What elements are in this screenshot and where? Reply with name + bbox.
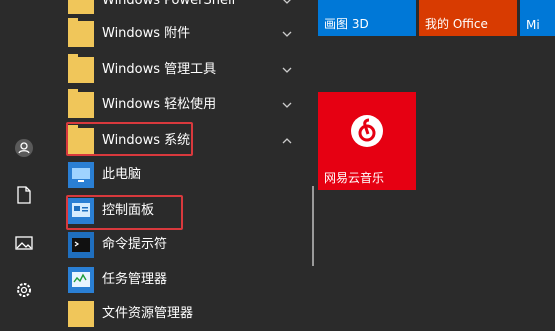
- app-command-prompt[interactable]: 命令提示符: [48, 228, 300, 262]
- folder-icon: [68, 0, 94, 14]
- item-label: Windows 管理工具: [102, 62, 217, 77]
- tile-label: Mi: [526, 18, 540, 32]
- folder-icon: [68, 89, 94, 118]
- item-label: Windows 轻松使用: [102, 97, 217, 112]
- folder-windows-admin-tools[interactable]: Windows 管理工具: [48, 53, 300, 87]
- netease-music-icon: [351, 115, 383, 147]
- tile-label: 网易云音乐: [324, 171, 385, 185]
- item-label: 任务管理器: [102, 272, 168, 287]
- tile-my-office[interactable]: 我的 Office: [419, 0, 517, 36]
- tile-netease-music[interactable]: 网易云音乐: [318, 92, 416, 190]
- item-label: 文件资源管理器: [102, 306, 194, 321]
- folder-windows-powershell[interactable]: Windows PowerShell: [48, 0, 300, 18]
- tile-label: 画图 3D: [324, 17, 369, 31]
- item-label: 命令提示符: [102, 237, 168, 252]
- scrollbar[interactable]: [312, 186, 314, 266]
- folder-icon: [68, 18, 94, 47]
- app-this-pc[interactable]: 此电脑: [48, 158, 300, 192]
- document-icon[interactable]: [12, 183, 36, 207]
- tile-partial[interactable]: Mi: [520, 0, 555, 36]
- item-label: Windows PowerShell: [102, 0, 236, 8]
- chevron-down-icon[interactable]: [282, 0, 292, 6]
- user-icon[interactable]: [12, 136, 36, 160]
- computer-icon: [68, 162, 94, 188]
- settings-icon[interactable]: [12, 278, 36, 302]
- app-file-explorer[interactable]: 文件资源管理器: [48, 297, 300, 331]
- highlight-windows-system: [66, 122, 193, 156]
- tile-label: 我的 Office: [425, 17, 488, 31]
- highlight-control-panel: [66, 195, 183, 230]
- chevron-down-icon[interactable]: [282, 65, 292, 75]
- folder-windows-accessories[interactable]: Windows 附件: [48, 17, 300, 51]
- start-rail: [0, 0, 48, 313]
- app-list: Windows PowerShell Windows 附件 Windows 管理…: [48, 0, 308, 327]
- folder-windows-ease-of-access[interactable]: Windows 轻松使用: [48, 88, 300, 122]
- item-label: Windows 附件: [102, 26, 191, 41]
- task-manager-icon: [68, 267, 94, 293]
- pictures-icon[interactable]: [12, 231, 36, 255]
- app-task-manager[interactable]: 任务管理器: [48, 263, 300, 297]
- chevron-down-icon[interactable]: [282, 29, 292, 39]
- chevron-up-icon[interactable]: [282, 136, 292, 146]
- item-label: 此电脑: [102, 167, 142, 182]
- folder-icon: [68, 54, 94, 83]
- tile-paint-3d[interactable]: 画图 3D: [318, 0, 416, 36]
- command-prompt-icon: [68, 232, 94, 258]
- file-explorer-icon: [68, 301, 94, 327]
- chevron-down-icon[interactable]: [282, 100, 292, 110]
